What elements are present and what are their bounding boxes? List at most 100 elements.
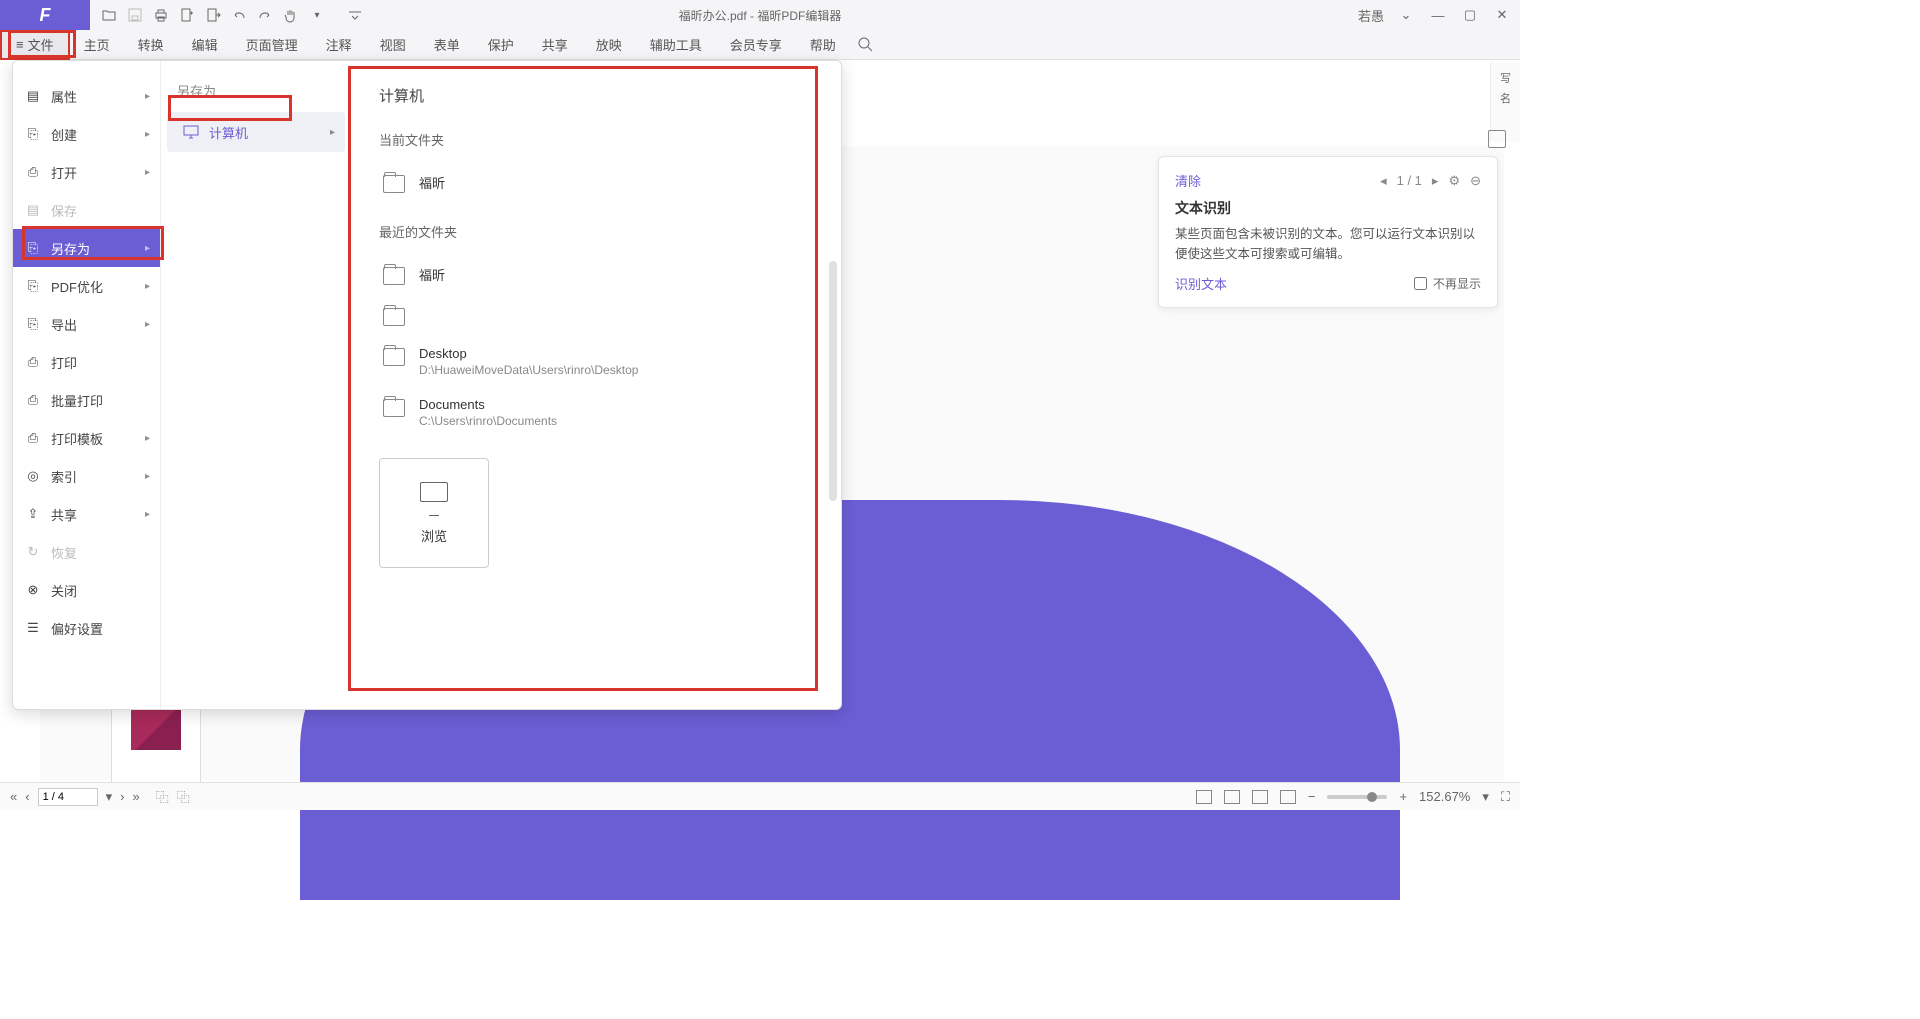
file-menu-item-7[interactable]: ⎙打印 — [13, 343, 160, 381]
file-menu-item-13[interactable]: ⊗关闭 — [13, 571, 160, 609]
menu-item-icon: ▤ — [25, 88, 41, 104]
file-tab-label: 文件 — [28, 35, 54, 54]
menu-item[interactable]: 主页 — [70, 30, 124, 60]
sidebar-collapse-icon[interactable] — [1488, 130, 1506, 148]
redo-icon[interactable] — [256, 6, 274, 24]
zoom-slider[interactable] — [1327, 795, 1387, 799]
recent-folders-label: 最近的文件夹 — [379, 222, 813, 241]
menu-item[interactable]: 保护 — [474, 30, 528, 60]
saveas-computer-label: 计算机 — [209, 123, 248, 142]
prev-icon[interactable]: ◂ — [1380, 173, 1387, 189]
next-icon[interactable]: ▸ — [1432, 173, 1439, 189]
next-page-icon[interactable]: › — [120, 789, 124, 804]
file-menu-detail: 计算机 当前文件夹 福昕 最近的文件夹 福昕 DesktopD:\HuaweiM… — [351, 61, 841, 709]
file-menu-item-8[interactable]: ⎙批量打印 — [13, 381, 160, 419]
menu-item-icon: ◎ — [25, 468, 41, 484]
file-menu-item-1[interactable]: ⎘创建▸ — [13, 115, 160, 153]
menu-item[interactable]: 放映 — [582, 30, 636, 60]
file-menu-item-2[interactable]: ⎙打开▸ — [13, 153, 160, 191]
user-name[interactable]: 若愚 — [1358, 6, 1384, 25]
file-menu-item-4[interactable]: ⎘另存为▸ — [13, 229, 160, 267]
browse-label: 浏览 — [421, 526, 447, 545]
collapse-icon[interactable] — [346, 6, 364, 24]
open-icon[interactable] — [100, 6, 118, 24]
chevron-right-icon: ▸ — [145, 91, 150, 102]
ocr-panel: 清除 ◂ 1 / 1 ▸ ⚙ ⊖ 文本识别 某些页面包含未被识别的文本。您可以运… — [1158, 156, 1498, 308]
menu-item[interactable]: 会员专享 — [716, 30, 796, 60]
copy-view2-icon[interactable]: ⿻ — [177, 787, 190, 806]
page-nav: « ‹ ▾ › » ⿻ ⿻ — [10, 787, 190, 806]
browse-button[interactable]: 浏览 — [379, 458, 489, 568]
menu-item-icon: ☰ — [25, 620, 41, 636]
saveas-section-title: 另存为 — [161, 81, 351, 112]
page-input[interactable] — [38, 788, 98, 806]
file-menu-item-5[interactable]: ⎘PDF优化▸ — [13, 267, 160, 305]
view-continuous-icon[interactable] — [1224, 790, 1240, 804]
recent-folder-item[interactable] — [379, 296, 813, 336]
ocr-title: 文本识别 — [1175, 198, 1481, 218]
file-menu-item-9[interactable]: ⎙打印模板▸ — [13, 419, 160, 457]
print-icon[interactable] — [152, 6, 170, 24]
chevron-right-icon: ▸ — [145, 509, 150, 520]
fullscreen-icon[interactable]: ⛶ — [1501, 789, 1510, 805]
ocr-clear-link[interactable]: 清除 — [1175, 171, 1201, 190]
ocr-nav: ◂ 1 / 1 ▸ ⚙ ⊖ — [1380, 173, 1481, 189]
file-menu-item-14[interactable]: ☰偏好设置 — [13, 609, 160, 647]
chevron-right-icon: ▸ — [145, 319, 150, 330]
file-menu-item-11[interactable]: ⇪共享▸ — [13, 495, 160, 533]
zoom-in-icon[interactable]: + — [1399, 789, 1407, 804]
menu-item[interactable]: 帮助 — [796, 30, 850, 60]
dropdown-icon[interactable]: ▾ — [308, 6, 326, 24]
saveas-computer[interactable]: 计算机 ▸ — [167, 112, 345, 152]
maximize-button[interactable]: ▢ — [1460, 5, 1480, 25]
close-button[interactable]: ✕ — [1492, 5, 1512, 25]
user-dropdown-icon[interactable]: ⌄ — [1396, 5, 1416, 25]
menu-item[interactable]: 转换 — [124, 30, 178, 60]
undo-icon[interactable] — [230, 6, 248, 24]
zoom-out-icon[interactable]: − — [1308, 789, 1316, 804]
file-tab[interactable]: ≡ 文件 — [0, 30, 70, 60]
copy-view-icon[interactable]: ⿻ — [156, 787, 169, 806]
minimize-panel-icon[interactable]: ⊖ — [1470, 173, 1481, 189]
first-page-icon[interactable]: « — [10, 789, 17, 804]
ocr-dont-show[interactable]: 不再显示 — [1414, 275, 1481, 292]
gear-icon[interactable]: ⚙ — [1448, 173, 1460, 189]
file-menu-item-6[interactable]: ⎘导出▸ — [13, 305, 160, 343]
chevron-right-icon: ▸ — [145, 281, 150, 292]
menu-item[interactable]: 编辑 — [178, 30, 232, 60]
file-menu-item-10[interactable]: ◎索引▸ — [13, 457, 160, 495]
file-menu-secondary: 另存为 计算机 ▸ — [161, 61, 351, 709]
file-export-icon[interactable] — [204, 6, 222, 24]
search-icon[interactable] — [856, 35, 876, 55]
view-facing-continuous-icon[interactable] — [1280, 790, 1296, 804]
menubar: ≡ 文件 主页转换编辑页面管理注释视图表单保护共享放映辅助工具会员专享帮助 — [0, 30, 1520, 60]
menu-item[interactable]: 共享 — [528, 30, 582, 60]
menu-item-icon: ⊗ — [25, 582, 41, 598]
hand-icon[interactable] — [282, 6, 300, 24]
recent-folder-item[interactable]: DocumentsC:\Users\rinro\Documents — [379, 387, 813, 438]
current-folder-item[interactable]: 福昕 — [379, 163, 813, 204]
page-dropdown-icon[interactable]: ▾ — [106, 789, 113, 805]
last-page-icon[interactable]: » — [132, 789, 139, 804]
menu-item-icon: ⎘ — [25, 240, 41, 256]
view-controls: − + 152.67% ▾ ⛶ — [1196, 789, 1510, 805]
menu-item[interactable]: 视图 — [366, 30, 420, 60]
ocr-dont-checkbox[interactable] — [1414, 277, 1427, 290]
menu-item[interactable]: 辅助工具 — [636, 30, 716, 60]
file-plus-icon[interactable] — [178, 6, 196, 24]
save-icon[interactable] — [126, 6, 144, 24]
recent-folder-item[interactable]: 福昕 — [379, 255, 813, 296]
menu-item[interactable]: 注释 — [312, 30, 366, 60]
minimize-button[interactable]: — — [1428, 5, 1448, 25]
recent-folder-item[interactable]: DesktopD:\HuaweiMoveData\Users\rinro\Des… — [379, 336, 813, 387]
ocr-recognize-link[interactable]: 识别文本 — [1175, 274, 1227, 293]
scrollbar[interactable] — [829, 261, 837, 501]
zoom-dropdown-icon[interactable]: ▾ — [1482, 789, 1489, 805]
menu-item[interactable]: 页面管理 — [232, 30, 312, 60]
menu-item[interactable]: 表单 — [420, 30, 474, 60]
view-single-icon[interactable] — [1196, 790, 1212, 804]
view-facing-icon[interactable] — [1252, 790, 1268, 804]
prev-page-icon[interactable]: ‹ — [25, 789, 29, 804]
file-menu-item-0[interactable]: ▤属性▸ — [13, 77, 160, 115]
menu-item-icon: ⎘ — [25, 316, 41, 332]
